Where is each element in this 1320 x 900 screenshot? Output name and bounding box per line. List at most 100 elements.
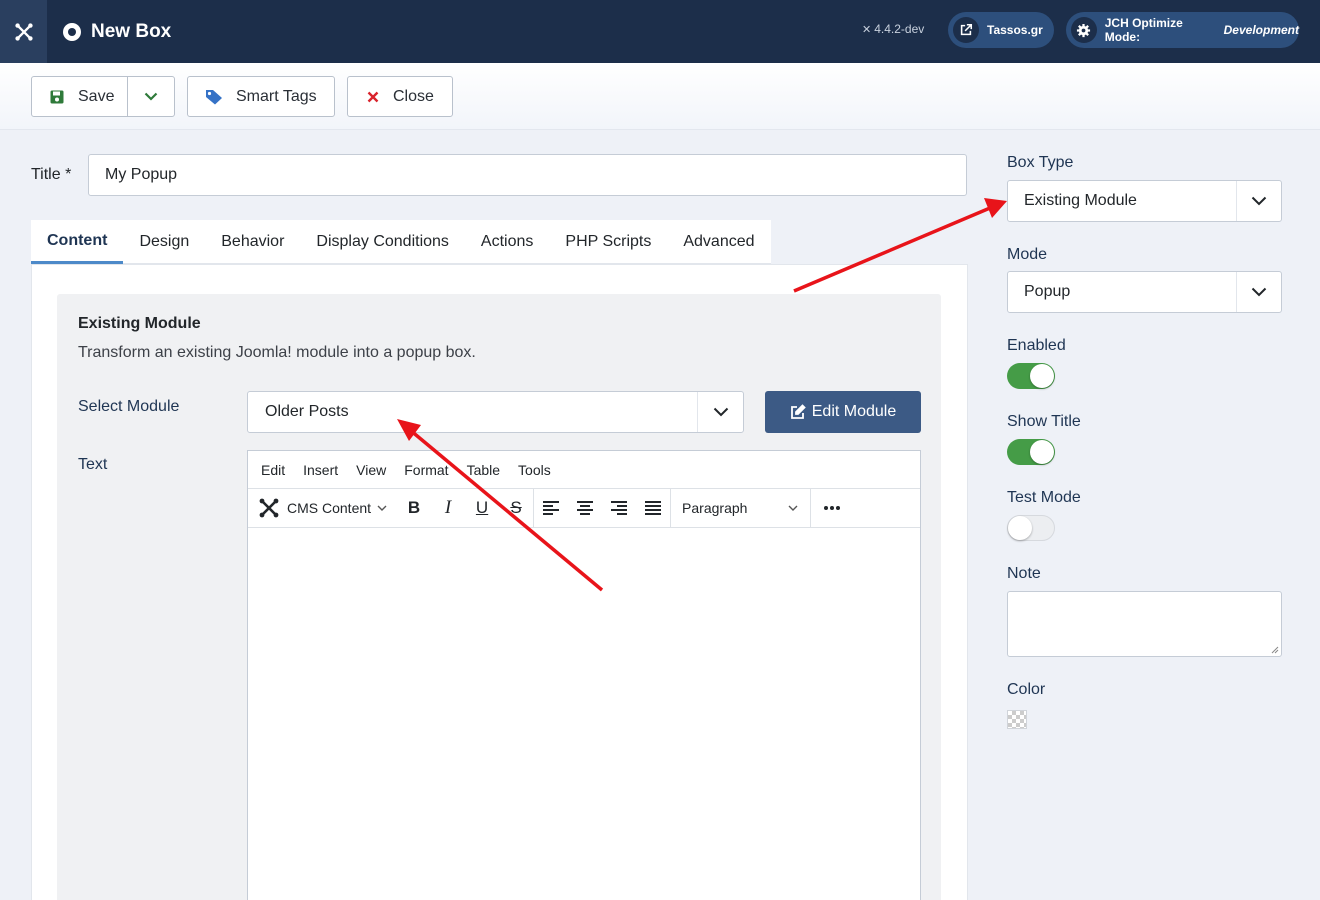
editor-menubar: Edit Insert View Format Table Tools [248, 451, 920, 489]
joomla-logo-icon[interactable] [0, 0, 47, 63]
section-title: Existing Module [78, 315, 201, 332]
tag-icon [206, 89, 222, 104]
chevron-down-icon [144, 92, 158, 101]
strikethrough-icon[interactable]: S [499, 489, 533, 527]
menu-view[interactable]: View [356, 462, 386, 478]
tab-advanced[interactable]: Advanced [667, 220, 770, 264]
save-dropdown-toggle[interactable] [128, 77, 174, 116]
version-text: 4.4.2-dev [874, 22, 925, 36]
color-picker-swatch[interactable] [1007, 710, 1027, 729]
title-input[interactable]: My Popup [88, 154, 967, 196]
underline-icon[interactable]: U [465, 489, 499, 527]
mode-label: Mode [1007, 246, 1048, 263]
edit-module-label: Edit Module [811, 403, 897, 420]
align-center-icon[interactable] [568, 489, 602, 527]
test-mode-toggle[interactable] [1007, 515, 1055, 541]
toggle-knob [1030, 440, 1054, 464]
tab-design[interactable]: Design [123, 220, 205, 264]
note-label: Note [1007, 565, 1041, 582]
smart-tags-button[interactable]: Smart Tags [187, 76, 335, 117]
color-label: Color [1007, 681, 1046, 698]
save-button[interactable]: Save [32, 77, 128, 116]
jch-label: JCH Optimize Mode: [1104, 16, 1183, 44]
chevron-down-icon [1236, 272, 1281, 312]
show-title-label: Show Title [1007, 413, 1081, 430]
bold-icon[interactable]: B [397, 489, 431, 527]
save-icon [50, 90, 64, 103]
gear-icon [1071, 17, 1097, 43]
close-label: Close [393, 87, 434, 105]
tab-php-scripts[interactable]: PHP Scripts [549, 220, 667, 264]
block-format-group: Paragraph [671, 489, 812, 527]
box-type-select[interactable]: Existing Module [1007, 180, 1282, 222]
tab-actions[interactable]: Actions [465, 220, 549, 264]
tab-bar: Content Design Behavior Display Conditio… [31, 220, 771, 264]
mode-value: Popup [1024, 283, 1071, 300]
align-left-icon[interactable] [534, 489, 568, 527]
toggle-knob [1030, 364, 1054, 388]
text-label: Text [78, 456, 108, 473]
mode-select[interactable]: Popup [1007, 271, 1282, 313]
toolbar: Save Smart Tags Close [0, 63, 1320, 130]
box-type-label: Box Type [1007, 154, 1074, 171]
tassos-label: Tassos.gr [987, 23, 1043, 37]
block-format-value: Paragraph [682, 500, 748, 516]
cms-content-button[interactable]: CMS Content [248, 489, 397, 527]
save-label: Save [78, 87, 115, 105]
menu-tools[interactable]: Tools [518, 462, 551, 478]
tab-content[interactable]: Content [31, 220, 124, 264]
page-title: New Box [91, 20, 172, 42]
select-module-label: Select Module [78, 398, 180, 415]
select-module-value: Older Posts [265, 403, 349, 420]
tassos-link-button[interactable]: Tassos.gr [948, 12, 1054, 48]
tab-behavior[interactable]: Behavior [205, 220, 300, 264]
align-right-icon[interactable] [602, 489, 636, 527]
record-icon [63, 22, 81, 41]
text-editor: Edit Insert View Format Table Tools CMS … [247, 450, 921, 900]
align-justify-icon[interactable] [636, 489, 670, 527]
enabled-toggle[interactable] [1007, 363, 1055, 389]
chevron-down-icon [788, 505, 798, 511]
toggle-knob [1008, 516, 1032, 540]
box-type-value: Existing Module [1024, 192, 1137, 209]
joomla-small-icon: ✕ [862, 23, 872, 36]
version-info: ✕ 4.4.2-dev [862, 22, 924, 36]
italic-icon[interactable]: I [431, 489, 465, 527]
more-icon[interactable] [811, 489, 853, 527]
chevron-down-icon [377, 505, 387, 511]
menu-format[interactable]: Format [404, 462, 448, 478]
save-button-group: Save [31, 76, 175, 117]
show-title-toggle[interactable] [1007, 439, 1055, 465]
cms-content-label: CMS Content [287, 500, 372, 516]
edit-module-button[interactable]: Edit Module [765, 391, 921, 433]
section-description: Transform an existing Joomla! module int… [78, 344, 476, 361]
menu-edit[interactable]: Edit [261, 462, 285, 478]
close-icon [367, 91, 379, 102]
joomla-icon [259, 498, 279, 518]
align-group [534, 489, 672, 527]
tab-display-conditions[interactable]: Display Conditions [300, 220, 465, 264]
select-module-dropdown[interactable]: Older Posts [247, 391, 744, 433]
test-mode-label: Test Mode [1007, 489, 1081, 506]
menu-table[interactable]: Table [467, 462, 500, 478]
enabled-label: Enabled [1007, 337, 1066, 354]
block-format-select[interactable]: Paragraph [671, 489, 810, 527]
edit-icon [790, 404, 806, 419]
chevron-down-icon [1236, 181, 1281, 221]
app-header: New Box ✕ 4.4.2-dev Tassos.gr JCH Optimi… [0, 0, 1320, 63]
jch-optimize-button[interactable]: JCH Optimize Mode: Development [1066, 12, 1299, 48]
chevron-down-icon [697, 392, 743, 432]
smart-tags-label: Smart Tags [236, 87, 317, 105]
editor-body[interactable] [248, 528, 920, 900]
menu-insert[interactable]: Insert [303, 462, 338, 478]
page-title-wrap: New Box [63, 0, 171, 63]
external-link-icon [953, 17, 979, 43]
title-label: Title * [31, 166, 72, 183]
resize-handle-icon[interactable] [1271, 646, 1279, 654]
editor-toolbar: CMS Content B I U S Paragraph [248, 489, 920, 528]
jch-mode: Development [1223, 23, 1299, 37]
cms-content-group: CMS Content B I U S [248, 489, 535, 527]
title-value: My Popup [105, 166, 178, 183]
close-button[interactable]: Close [347, 76, 453, 117]
note-textarea[interactable] [1007, 591, 1282, 657]
